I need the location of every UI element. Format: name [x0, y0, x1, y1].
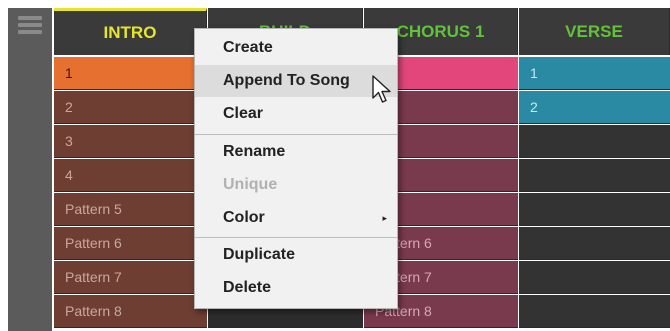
- pattern-slot[interactable]: 4: [54, 159, 207, 192]
- pattern-slot[interactable]: Pattern 8: [54, 295, 207, 328]
- pattern-slot[interactable]: 3: [54, 125, 207, 158]
- pattern-slot[interactable]: 2: [54, 91, 207, 124]
- pattern-slot-empty[interactable]: [519, 295, 670, 328]
- left-sidebar: [8, 8, 52, 331]
- pattern-slot-empty[interactable]: [519, 193, 670, 226]
- scene-verse[interactable]: VERSE: [519, 8, 670, 55]
- scene-intro[interactable]: INTRO: [54, 8, 207, 55]
- menu-item-clear[interactable]: Clear: [195, 98, 397, 130]
- menu-item-unique: Unique: [223, 176, 278, 193]
- menu-item-rename[interactable]: Rename: [195, 136, 397, 168]
- pattern-slot-empty[interactable]: [519, 159, 670, 192]
- arranger-view: INTRO BUILD CHORUS 1 VERSE 1 2 3 4 Patte…: [0, 0, 670, 331]
- menu-item-create[interactable]: Create: [195, 32, 397, 64]
- menu-separator: [195, 237, 397, 238]
- pattern-slot-empty[interactable]: [519, 125, 670, 158]
- pattern-slot-empty[interactable]: [519, 261, 670, 294]
- hamburger-menu-icon[interactable]: [18, 16, 42, 38]
- pattern-slot[interactable]: 2: [519, 91, 670, 124]
- pattern-slot[interactable]: 1: [519, 57, 670, 90]
- pattern-slot[interactable]: 1: [54, 57, 207, 90]
- menu-item-append-to-song[interactable]: Append To Song: [195, 65, 397, 97]
- pattern-slot[interactable]: Pattern 5: [54, 193, 207, 226]
- pattern-slot[interactable]: Pattern 7: [54, 261, 207, 294]
- menu-item-color-label: Color: [223, 209, 265, 226]
- menu-item-color[interactable]: Color ▸: [195, 202, 397, 234]
- pattern-slot-empty[interactable]: [519, 227, 670, 260]
- menu-item-delete[interactable]: Delete: [195, 272, 397, 304]
- mouse-pointer-icon: [372, 75, 391, 103]
- submenu-arrow-icon: ▸: [382, 213, 387, 223]
- scene-context-menu: Create Append To Song Clear Rename Uniqu…: [194, 28, 398, 309]
- menu-item-duplicate[interactable]: Duplicate: [195, 239, 397, 271]
- menu-separator: [195, 134, 397, 135]
- pattern-slot[interactable]: Pattern 6: [54, 227, 207, 260]
